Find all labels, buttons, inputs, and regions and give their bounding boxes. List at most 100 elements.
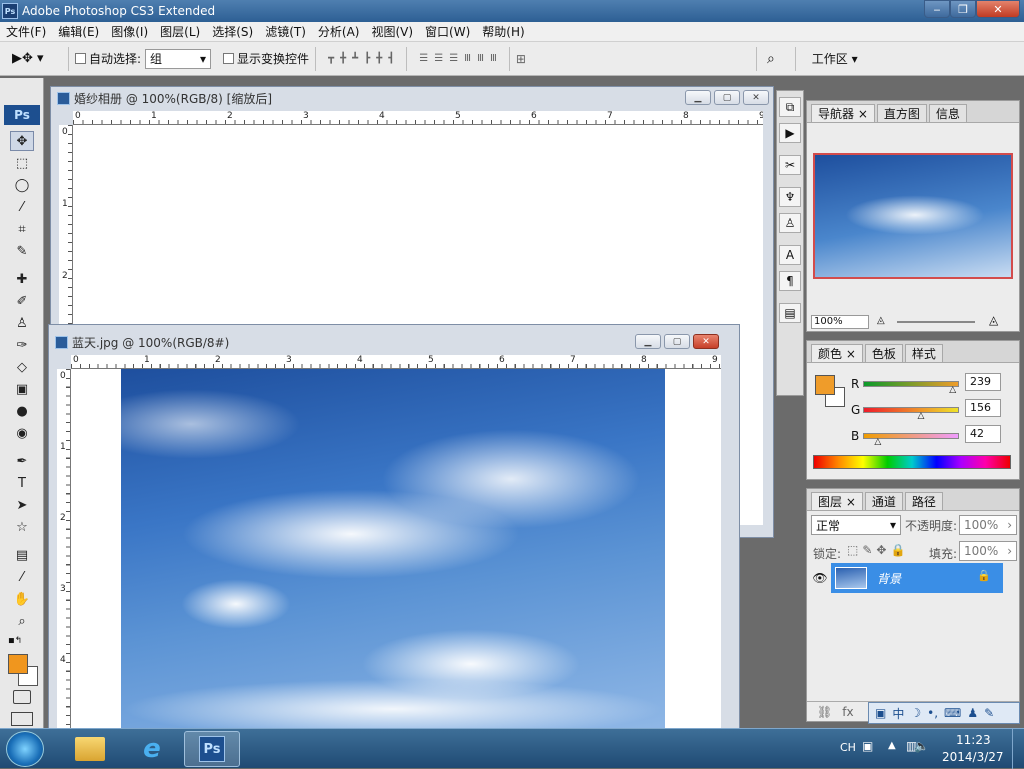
actions-panel-icon[interactable]: ▶: [779, 123, 801, 143]
history-panel-icon[interactable]: ⧉: [779, 97, 801, 117]
distribute-bottom-icon[interactable]: ☰: [449, 53, 458, 64]
zoom-in-icon[interactable]: ◬: [989, 313, 998, 327]
auto-select-dropdown[interactable]: 组 ▾: [145, 48, 212, 69]
channel-value-field[interactable]: 239: [965, 373, 1001, 391]
ime-keyboard-icon[interactable]: ⌨: [944, 706, 961, 720]
shape-tool-icon[interactable]: ☆: [10, 517, 34, 537]
marquee-tool-icon[interactable]: ⬚: [10, 153, 34, 173]
color-spectrum-bar[interactable]: [813, 455, 1011, 469]
channel-slider[interactable]: [863, 381, 959, 387]
brushes-panel-icon[interactable]: ♆: [779, 187, 801, 207]
ime-user-icon[interactable]: ♟: [967, 706, 978, 720]
tab-histogram[interactable]: 直方图: [876, 104, 927, 122]
align-bottom-icon[interactable]: ┻: [352, 53, 358, 64]
navigator-preview[interactable]: [813, 153, 1013, 279]
menu-help[interactable]: 帮助(H): [476, 23, 530, 40]
menu-view[interactable]: 视图(V): [365, 23, 419, 40]
volume-icon[interactable]: 🔈: [914, 739, 929, 753]
start-button[interactable]: [6, 731, 44, 767]
slider-thumb-icon[interactable]: △: [918, 411, 925, 421]
tab-styles[interactable]: 样式: [904, 344, 943, 362]
auto-select-checkbox[interactable]: [75, 53, 86, 64]
tab-paths[interactable]: 路径: [904, 492, 943, 510]
magic-wand-tool-icon[interactable]: ⁄: [10, 197, 34, 217]
brush-tool-icon[interactable]: ✐: [10, 291, 34, 311]
menu-filter[interactable]: 滤镜(T): [259, 23, 312, 40]
document-maximize-button[interactable]: ▢: [664, 334, 690, 349]
screen-mode-icon[interactable]: [11, 712, 33, 726]
slider-thumb-icon[interactable]: △: [949, 385, 956, 395]
distribute-top-icon[interactable]: ☰: [419, 53, 428, 64]
menu-analysis[interactable]: 分析(A): [312, 23, 366, 40]
tab-swatches[interactable]: 色板: [864, 344, 903, 362]
layer-style-icon[interactable]: fx: [842, 705, 853, 719]
distribute-hcenter-icon[interactable]: Ⅲ: [477, 53, 484, 64]
gradient-tool-icon[interactable]: ▣: [10, 379, 34, 399]
tool-presets-icon[interactable]: ✂: [779, 155, 801, 175]
ime-punct-icon[interactable]: •,: [927, 706, 938, 720]
hand-tool-icon[interactable]: ✋: [10, 589, 34, 609]
ime-tools-icon[interactable]: ✎: [984, 706, 994, 720]
auto-align-icon[interactable]: ⊞: [516, 52, 526, 66]
zoom-tool-icon[interactable]: ⌕: [10, 611, 34, 631]
document-titlebar[interactable]: 婚纱相册 @ 100%(RGB/8) [缩放后]: [51, 87, 773, 109]
notes-tool-icon[interactable]: ▤: [10, 545, 34, 565]
crop-tool-icon[interactable]: ⌗: [10, 219, 34, 239]
eye-icon[interactable]: 👁: [809, 563, 831, 593]
eraser-tool-icon[interactable]: ◇: [10, 357, 34, 377]
ime-halfwidth-icon[interactable]: ☽: [910, 706, 921, 720]
blur-tool-icon[interactable]: ●: [10, 401, 34, 421]
menu-select[interactable]: 选择(S): [206, 23, 259, 40]
zoom-slider[interactable]: [897, 321, 975, 323]
taskbar-photoshop-icon[interactable]: Ps: [184, 731, 240, 767]
character-panel-icon[interactable]: A: [779, 245, 801, 265]
show-hidden-icons[interactable]: ▲: [888, 740, 896, 751]
fill-field[interactable]: 100% ›: [959, 541, 1017, 561]
menu-file[interactable]: 文件(F): [0, 23, 52, 40]
clone-source-icon[interactable]: ♙: [779, 213, 801, 233]
ime-logo-icon[interactable]: ▣: [875, 706, 886, 720]
close-button[interactable]: ✕: [976, 0, 1020, 18]
channel-value-field[interactable]: 42: [965, 425, 1001, 443]
align-left-icon[interactable]: ┣: [364, 53, 370, 64]
layer-comps-icon[interactable]: ▤: [779, 303, 801, 323]
distribute-right-icon[interactable]: Ⅲ: [490, 53, 497, 64]
foreground-color-swatch[interactable]: [8, 654, 28, 674]
move-tool-icon[interactable]: ✥: [10, 131, 34, 151]
maximize-button[interactable]: ❐: [950, 0, 976, 18]
tab-navigator[interactable]: 导航器 ×: [811, 104, 875, 122]
opacity-field[interactable]: 100% ›: [959, 515, 1017, 535]
clone-stamp-tool-icon[interactable]: ♙: [10, 313, 34, 333]
history-brush-tool-icon[interactable]: ✑: [10, 335, 34, 355]
input-language[interactable]: CH: [840, 741, 856, 754]
distribute-vcenter-icon[interactable]: ☰: [434, 53, 443, 64]
path-selection-tool-icon[interactable]: ➤: [10, 495, 34, 515]
document-canvas[interactable]: [71, 369, 721, 729]
tab-color[interactable]: 颜色 ×: [811, 344, 863, 362]
tab-channels[interactable]: 通道: [864, 492, 903, 510]
bridge-icon[interactable]: ⌕: [767, 51, 775, 67]
channel-value-field[interactable]: 156: [965, 399, 1001, 417]
taskbar-explorer-icon[interactable]: [62, 731, 118, 767]
foreground-color-swatch[interactable]: [815, 375, 835, 395]
document-maximize-button[interactable]: ▢: [714, 90, 740, 105]
type-tool-icon[interactable]: T: [10, 473, 34, 493]
ime-tray-icon[interactable]: ▣: [862, 739, 873, 753]
align-vcenter-icon[interactable]: ╋: [340, 53, 346, 64]
document-minimize-button[interactable]: ▁: [635, 334, 661, 349]
link-layers-icon[interactable]: ⛓: [817, 705, 832, 719]
ime-chinese-toggle[interactable]: 中: [892, 705, 904, 722]
document-close-button[interactable]: ✕: [743, 90, 769, 105]
tab-info[interactable]: 信息: [928, 104, 967, 122]
dodge-tool-icon[interactable]: ◉: [10, 423, 34, 443]
healing-brush-tool-icon[interactable]: ✚: [10, 269, 34, 289]
lock-icons[interactable]: ⬚✎✥🔒: [847, 543, 909, 557]
pen-tool-icon[interactable]: ✒: [10, 451, 34, 471]
menu-window[interactable]: 窗口(W): [419, 23, 476, 40]
tab-layers[interactable]: 图层 ×: [811, 492, 863, 510]
paragraph-panel-icon[interactable]: ¶: [779, 271, 801, 291]
align-hcenter-icon[interactable]: ╋: [376, 53, 382, 64]
minimize-button[interactable]: ‒: [924, 0, 950, 18]
slider-thumb-icon[interactable]: △: [874, 437, 881, 447]
blend-mode-dropdown[interactable]: 正常 ▾: [811, 515, 901, 535]
